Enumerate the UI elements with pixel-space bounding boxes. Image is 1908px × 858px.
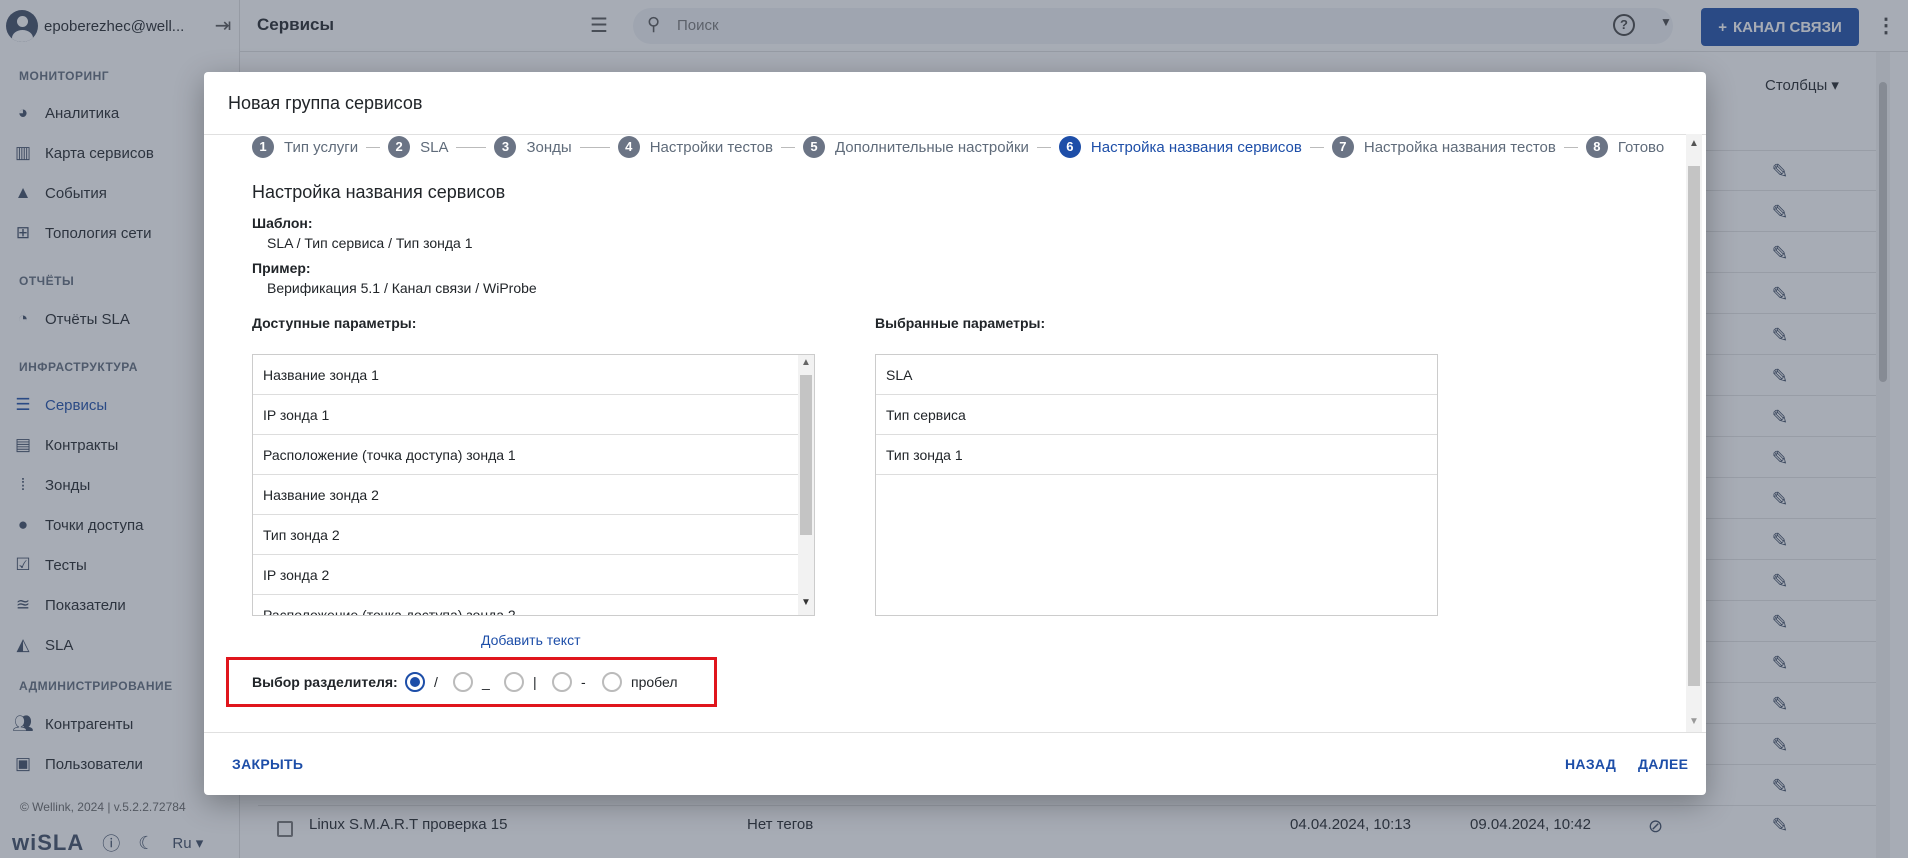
selected-params-list[interactable]: SLA Тип сервиса Тип зонда 1 [875, 354, 1438, 616]
separator-option-label: _ [482, 674, 490, 690]
list-item[interactable]: Расположение (точка доступа) зонда 1 [253, 435, 814, 475]
list-item[interactable]: Тип зонда 1 [876, 435, 1437, 475]
step-connector [780, 146, 795, 148]
close-button[interactable]: ЗАКРЫТЬ [232, 756, 303, 772]
separator-label: Выбор разделителя: [252, 674, 398, 690]
step-number: 3 [494, 136, 517, 158]
step-test-settings[interactable]: 4 Настройки тестов [617, 136, 773, 158]
separator-radio-space[interactable] [602, 672, 622, 692]
dialog-title: Новая группа сервисов [228, 93, 423, 113]
separator-option-label: - [581, 674, 586, 690]
separator-radio-pipe[interactable] [504, 672, 524, 692]
list-item[interactable]: Тип зонда 2 [253, 515, 814, 555]
list-item[interactable]: Название зонда 1 [253, 355, 814, 395]
step-number: 8 [1585, 136, 1608, 158]
separator-radio-underscore[interactable] [453, 672, 473, 692]
scroll-down-icon[interactable]: ▼ [801, 597, 811, 608]
stepper: 1 Тип услуги 2 SLA 3 Зонды 4 Настройки т… [252, 132, 1664, 162]
step-label: Дополнительные настройки [834, 138, 1029, 156]
step-additional-settings[interactable]: 5 Дополнительные настройки [802, 136, 1029, 158]
step-label: Настройки тестов [649, 138, 773, 156]
step-label: SLA [420, 138, 449, 156]
step-label: Зонды [526, 138, 572, 156]
add-text-link[interactable]: Добавить текст [481, 632, 581, 648]
selected-params-label: Выбранные параметры: [875, 315, 1046, 331]
list-item[interactable]: Тип сервиса [876, 395, 1437, 435]
step-label: Тип услуги [284, 138, 359, 156]
separator-option-label: | [533, 674, 537, 690]
separator-option-label: пробел [631, 674, 678, 690]
back-button[interactable]: НАЗАД [1565, 756, 1616, 772]
divider [204, 732, 1706, 733]
step-label: Настройка названия сервисов [1090, 138, 1302, 156]
step-number: 2 [388, 136, 411, 158]
available-params-label: Доступные параметры: [252, 315, 417, 331]
new-service-group-dialog: Новая группа сервисов 1 Тип услуги 2 SLA… [204, 72, 1706, 795]
scroll-up-icon[interactable]: ▲ [1689, 138, 1699, 149]
separator-radio-dash[interactable] [552, 672, 572, 692]
step-done[interactable]: 8 Готово [1585, 136, 1665, 158]
step-number: 4 [617, 136, 640, 158]
step-number: 6 [1058, 136, 1081, 158]
step-label: Готово [1617, 138, 1665, 156]
section-heading: Настройка названия сервисов [252, 182, 506, 202]
template-label: Шаблон: [252, 215, 313, 231]
example-value: Верификация 5.1 / Канал связи / WiProbe [267, 280, 537, 296]
step-number: 7 [1331, 136, 1354, 158]
separator-radio-slash[interactable] [405, 672, 425, 692]
next-button[interactable]: ДАЛЕЕ [1638, 756, 1688, 772]
available-params-list[interactable]: Название зонда 1 IP зонда 1 Расположение… [252, 354, 815, 616]
step-connector [579, 146, 610, 148]
list-item[interactable]: Расположение (точка доступа) зонда 2 [253, 595, 814, 615]
step-number: 1 [252, 136, 274, 158]
scrollbar-thumb[interactable] [1688, 166, 1700, 686]
step-connector [366, 146, 381, 148]
scrollbar-thumb[interactable] [800, 375, 812, 535]
step-connector [456, 146, 487, 148]
dialog-scrollbar[interactable]: ▲ ▼ [1686, 134, 1702, 732]
step-label: Настройка названия тестов [1363, 138, 1556, 156]
scroll-up-icon[interactable]: ▲ [801, 357, 811, 368]
list-scrollbar[interactable]: ▲ ▼ [798, 355, 814, 615]
step-connector [1563, 146, 1578, 148]
step-sla[interactable]: 2 SLA [388, 136, 448, 158]
step-service-naming[interactable]: 6 Настройка названия сервисов [1058, 136, 1302, 158]
list-item[interactable]: SLA [876, 355, 1437, 395]
example-label: Пример: [252, 260, 311, 276]
list-item[interactable]: IP зонда 1 [253, 395, 814, 435]
step-test-naming[interactable]: 7 Настройка названия тестов [1331, 136, 1556, 158]
separator-option-label: / [434, 674, 438, 690]
list-item[interactable]: Название зонда 2 [253, 475, 814, 515]
step-service-type[interactable]: 1 Тип услуги [252, 136, 358, 158]
list-item[interactable]: IP зонда 2 [253, 555, 814, 595]
step-probes[interactable]: 3 Зонды [494, 136, 572, 158]
step-number: 5 [802, 136, 825, 158]
scroll-down-icon[interactable]: ▼ [1689, 716, 1699, 727]
step-connector [1036, 146, 1051, 148]
template-value: SLA / Тип сервиса / Тип зонда 1 [267, 235, 473, 251]
step-connector [1309, 146, 1324, 148]
